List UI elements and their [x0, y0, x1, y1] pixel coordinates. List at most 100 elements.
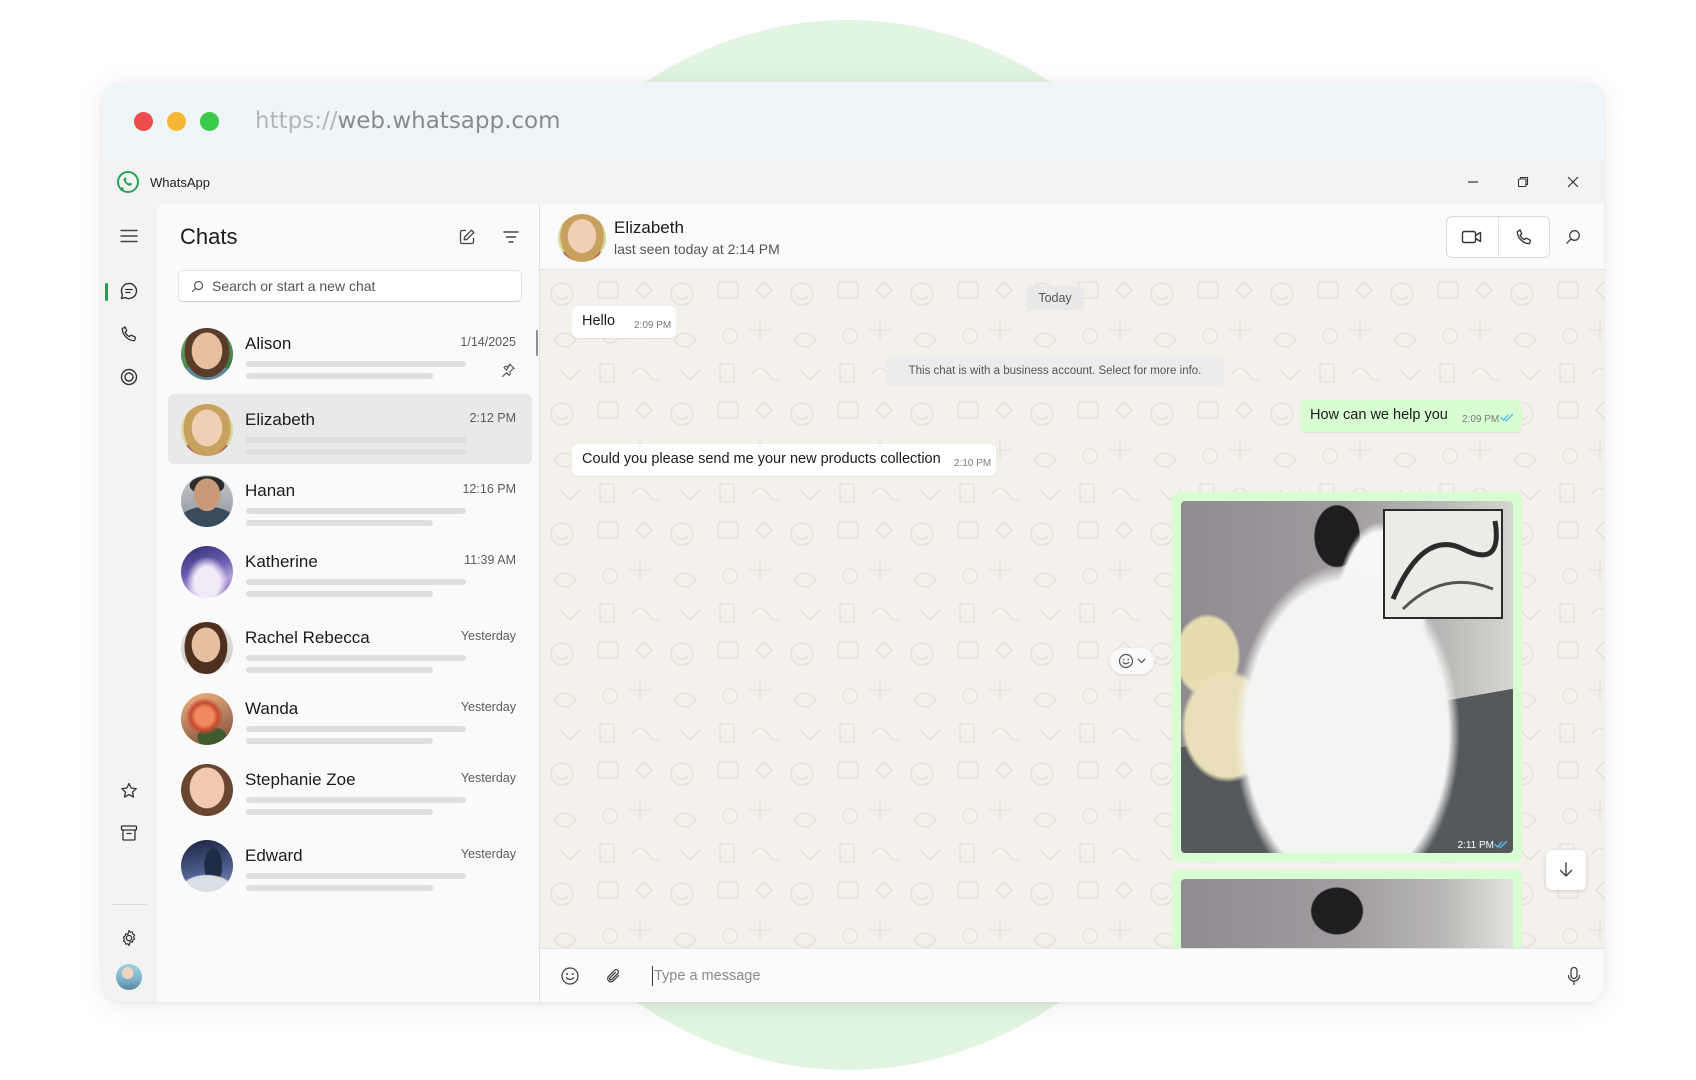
hamburger-icon [120, 229, 138, 243]
attach-button[interactable] [600, 962, 628, 990]
chat-name: Edward [245, 846, 303, 865]
message-area[interactable]: Today Hello 2:09 PM This chat is with a … [540, 270, 1604, 948]
chat-item-elizabeth[interactable]: Elizabeth 2:12 PM [168, 394, 532, 464]
chat-item-katherine[interactable]: Katherine 11:39 AM [168, 536, 532, 606]
nav-rail [102, 204, 155, 1002]
window-controls [1448, 160, 1598, 204]
pin-icon [501, 363, 515, 378]
chat-item-edward[interactable]: Edward Yesterday [168, 830, 532, 900]
minimize-dot[interactable] [167, 111, 186, 131]
maximize-dot[interactable] [200, 111, 219, 131]
message-time: 2:09 PM [634, 320, 672, 331]
microphone-icon [1567, 966, 1581, 986]
chat-time: 1/14/2025 [460, 335, 516, 349]
chat-name: Alison [245, 334, 292, 353]
voice-call-button[interactable] [1498, 217, 1549, 257]
starred-nav-button[interactable] [114, 776, 144, 806]
chat-item-alison[interactable]: Alison 1/14/2025 [168, 318, 532, 388]
chat-time: Yesterday [460, 847, 516, 861]
status-icon [120, 368, 138, 386]
star-icon [121, 782, 137, 798]
chat-item-hanan[interactable]: Hanan 12:16 PM [168, 465, 532, 535]
reaction-button[interactable] [1110, 648, 1154, 674]
chats-nav-button[interactable] [114, 276, 144, 306]
search-placeholder: Search or start a new chat [212, 278, 376, 294]
smiley-icon [1118, 653, 1134, 669]
settings-nav-button[interactable] [114, 923, 144, 953]
product-photo[interactable] [1181, 879, 1513, 948]
business-account-notice[interactable]: This chat is with a business account. Se… [886, 356, 1224, 386]
message-text: Hello [582, 313, 616, 329]
address-bar[interactable]: https://web.whatsapp.com [255, 108, 561, 134]
contact-avatar[interactable] [558, 214, 606, 262]
chat-item-wanda[interactable]: Wanda Yesterday [168, 683, 532, 753]
search-input[interactable]: Search or start a new chat [178, 270, 522, 302]
read-receipt-icon [1500, 413, 1514, 422]
message-preview-placeholder [246, 361, 466, 367]
app-titlebar: WhatsApp [102, 160, 1604, 204]
message-preview-placeholder [246, 508, 466, 514]
message-input[interactable]: Type a message [652, 963, 1472, 989]
chat-time: Yesterday [460, 629, 516, 643]
message-time: 2:09 PM [1462, 414, 1500, 425]
date-divider: Today [1026, 286, 1084, 310]
message-preview-placeholder [246, 873, 466, 879]
search-in-chat-button[interactable] [1560, 224, 1586, 250]
close-window-button[interactable] [1548, 160, 1598, 204]
chat-name: Stephanie Zoe [245, 770, 356, 789]
message-preview-placeholder [246, 667, 433, 673]
message-preview-placeholder [246, 885, 433, 891]
avatar [181, 693, 233, 745]
product-photo[interactable] [1181, 501, 1513, 853]
message-preview-placeholder [246, 373, 433, 379]
new-chat-button[interactable] [454, 224, 480, 250]
image-message-bubble[interactable] [1172, 870, 1522, 948]
profile-avatar[interactable] [116, 964, 142, 990]
close-dot[interactable] [134, 111, 153, 131]
status-nav-button[interactable] [114, 362, 144, 392]
avatar [181, 622, 233, 674]
arrow-down-icon [1559, 862, 1573, 877]
conversation-header[interactable]: Elizabeth last seen today at 2:14 PM [540, 204, 1604, 270]
chevron-down-icon [1137, 658, 1146, 664]
active-indicator [105, 283, 108, 301]
phone-icon [1516, 229, 1531, 245]
video-call-button[interactable] [1447, 217, 1498, 257]
chat-list-scrollbar[interactable] [536, 330, 538, 356]
contact-name: Elizabeth [614, 218, 684, 237]
menu-button[interactable] [114, 221, 144, 251]
video-camera-icon [1462, 230, 1482, 244]
paperclip-icon [607, 969, 620, 983]
chat-name: Elizabeth [245, 410, 315, 429]
message-bubble-incoming[interactable]: Hello 2:09 PM [572, 306, 676, 338]
message-preview-placeholder [246, 579, 466, 585]
scroll-to-bottom-button[interactable] [1546, 850, 1586, 890]
voice-message-button[interactable] [1560, 962, 1588, 990]
calls-nav-button[interactable] [114, 319, 144, 349]
message-time: 2:11 PM [1457, 840, 1495, 851]
minimize-button[interactable] [1448, 160, 1498, 204]
emoji-button[interactable] [556, 962, 584, 990]
call-buttons [1446, 216, 1550, 258]
chat-item-rachel-rebecca[interactable]: Rachel Rebecca Yesterday [168, 612, 532, 682]
message-preview-placeholder [246, 449, 466, 455]
wall-art [1383, 509, 1503, 619]
chat-name: Katherine [245, 552, 318, 571]
restore-button[interactable] [1498, 160, 1548, 204]
archived-nav-button[interactable] [114, 818, 144, 848]
avatar [181, 546, 233, 598]
message-bubble-outgoing[interactable]: How can we help you 2:09 PM [1300, 400, 1522, 432]
avatar [181, 404, 233, 456]
chat-item-stephanie-zoe[interactable]: Stephanie Zoe Yesterday [168, 754, 532, 824]
browser-bar: https://web.whatsapp.com [102, 82, 1604, 160]
url-host: web.whatsapp.com [337, 108, 561, 134]
rail-divider [111, 904, 147, 905]
chat-name: Hanan [245, 481, 296, 500]
image-message-bubble[interactable]: 2:11 PM [1172, 492, 1522, 862]
message-bubble-incoming[interactable]: Could you please send me your new produc… [572, 444, 996, 476]
chat-time: Yesterday [460, 771, 516, 785]
filter-button[interactable] [498, 224, 524, 250]
restore-icon [1517, 176, 1529, 188]
url-scheme: https:// [255, 108, 338, 134]
conversation-pane: Elizabeth last seen today at 2:14 PM Tod… [540, 204, 1604, 1002]
